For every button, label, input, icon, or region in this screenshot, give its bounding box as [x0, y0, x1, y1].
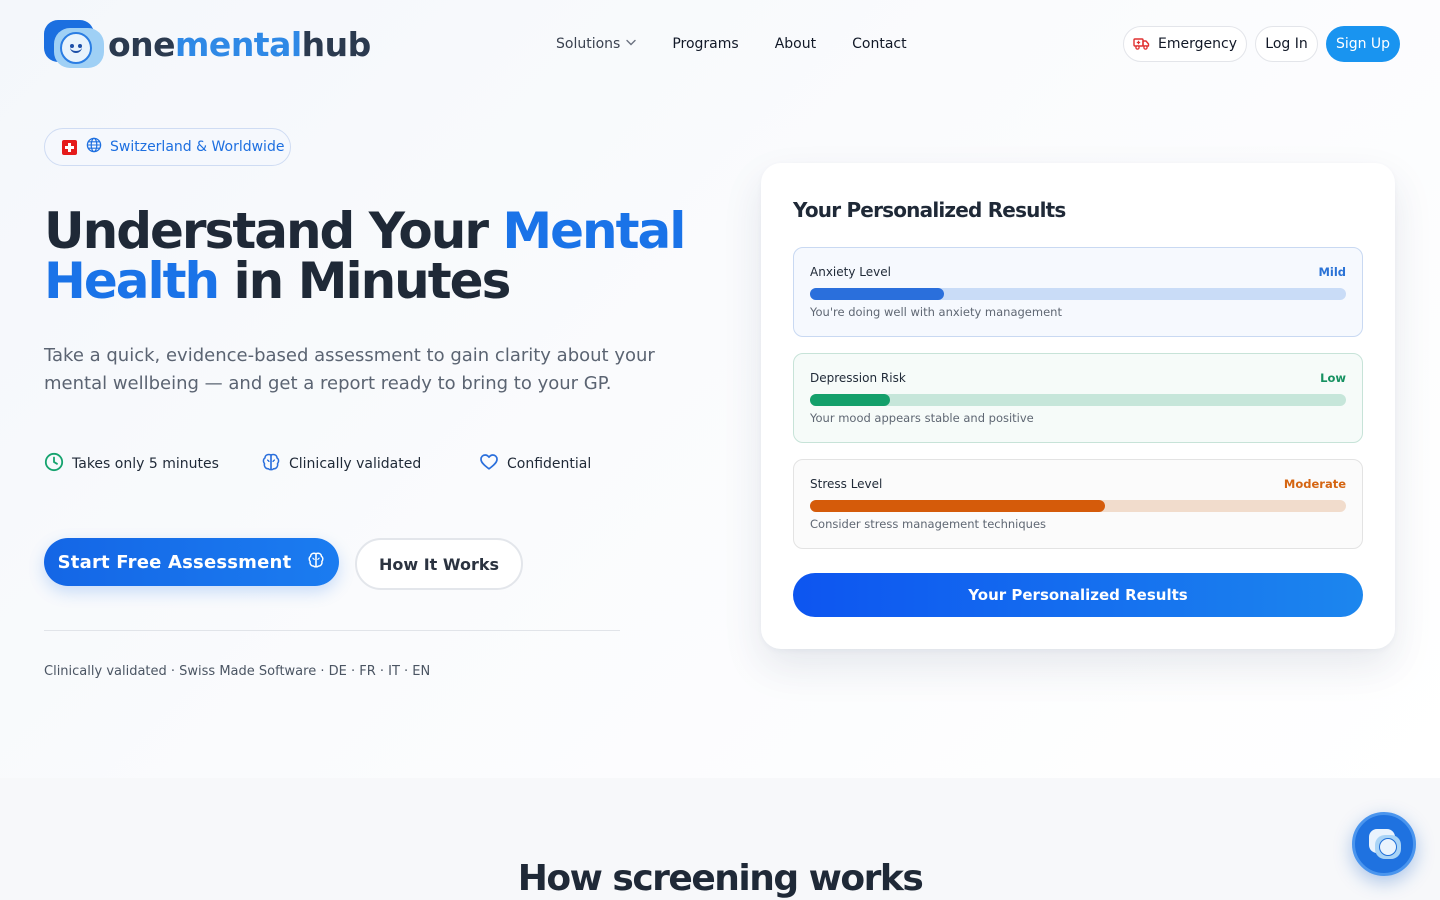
nav-solutions-label: Solutions [556, 36, 621, 52]
feature-item: Clinically validated [261, 453, 421, 475]
progress-track [810, 288, 1346, 300]
brand-logo[interactable]: onementalhub [44, 20, 371, 68]
globe-icon [86, 137, 102, 157]
chat-assistant-button[interactable] [1352, 812, 1416, 876]
hero-title-part2: in Minutes [218, 252, 512, 310]
metric-level: Low [1320, 371, 1346, 385]
feature-item: Takes only 5 minutes [44, 452, 219, 476]
hero-title-accent1: Mental [502, 202, 686, 260]
brand-name-part1: one [108, 24, 176, 64]
divider [44, 630, 620, 631]
start-assessment-button[interactable]: Start Free Assessment [44, 538, 339, 586]
hero-subtitle: Take a quick, evidence-based assessment … [44, 345, 655, 394]
metric-depression: Depression Risk Low Your mood appears st… [793, 353, 1363, 443]
brain-icon [307, 551, 325, 574]
metric-description: Consider stress management techniques [810, 517, 1047, 531]
heart-icon [479, 452, 507, 476]
personalized-results-button[interactable]: Your Personalized Results [793, 573, 1363, 617]
hero-title-accent2: Health [44, 252, 220, 310]
metric-description: You're doing well with anxiety managemen… [810, 305, 1062, 319]
brand-name-part3: hub [301, 24, 372, 64]
signup-button[interactable]: Sign Up [1326, 26, 1400, 62]
nav-contact[interactable]: Contact [852, 36, 906, 52]
brain-icon [261, 452, 289, 476]
how-it-works-button[interactable]: How It Works [355, 538, 523, 590]
clock-icon [44, 452, 72, 476]
nav-programs[interactable]: Programs [672, 36, 738, 52]
emergency-label: Emergency [1158, 36, 1237, 52]
region-badge: Switzerland & Worldwide [44, 128, 291, 166]
feature-label: Takes only 5 minutes [72, 456, 219, 472]
metric-anxiety: Anxiety Level Mild You're doing well wit… [793, 247, 1363, 337]
emergency-button[interactable]: Emergency [1123, 26, 1247, 62]
metric-level: Mild [1318, 265, 1346, 279]
region-label: Switzerland & Worldwide [110, 139, 285, 155]
results-card-title: Your Personalized Results [793, 198, 1066, 222]
progress-fill [810, 394, 891, 406]
metric-name: Stress Level [810, 477, 883, 491]
start-assessment-label: Start Free Assessment [57, 551, 292, 573]
feature-label: Clinically validated [289, 456, 422, 472]
feature-label: Confidential [507, 456, 592, 472]
main-nav: Solutions Programs About Contact [556, 34, 943, 54]
metric-level: Moderate [1283, 477, 1346, 491]
progress-fill [810, 500, 1105, 512]
results-card: Your Personalized Results Anxiety Level … [761, 163, 1395, 649]
swiss-flag-icon [62, 139, 77, 155]
feature-item: Confidential [479, 453, 591, 475]
logo-mark-icon [44, 20, 104, 68]
hero-title: Understand Your Mental Health in Minutes [44, 206, 704, 306]
nav-about[interactable]: About [775, 36, 816, 52]
feature-list: Takes only 5 minutes Clinically validate… [44, 452, 644, 476]
progress-track [810, 500, 1346, 512]
assistant-avatar-icon [1369, 829, 1403, 861]
progress-fill [810, 288, 944, 300]
section-title: How screening works [517, 858, 924, 899]
chevron-down-icon [626, 38, 637, 49]
metric-name: Anxiety Level [810, 265, 891, 279]
nav-solutions[interactable]: Solutions [556, 36, 637, 52]
trust-footnote: Clinically validated · Swiss Made Softwa… [44, 664, 431, 679]
metric-stress: Stress Level Moderate Consider stress ma… [793, 459, 1363, 549]
progress-track [810, 394, 1346, 406]
ambulance-icon [1133, 38, 1150, 50]
brand-name-part2: mental [175, 24, 302, 64]
metric-name: Depression Risk [810, 371, 906, 385]
brand-name: onementalhub [108, 28, 371, 61]
metric-description: Your mood appears stable and positive [810, 411, 1034, 425]
login-button[interactable]: Log In [1255, 26, 1318, 62]
